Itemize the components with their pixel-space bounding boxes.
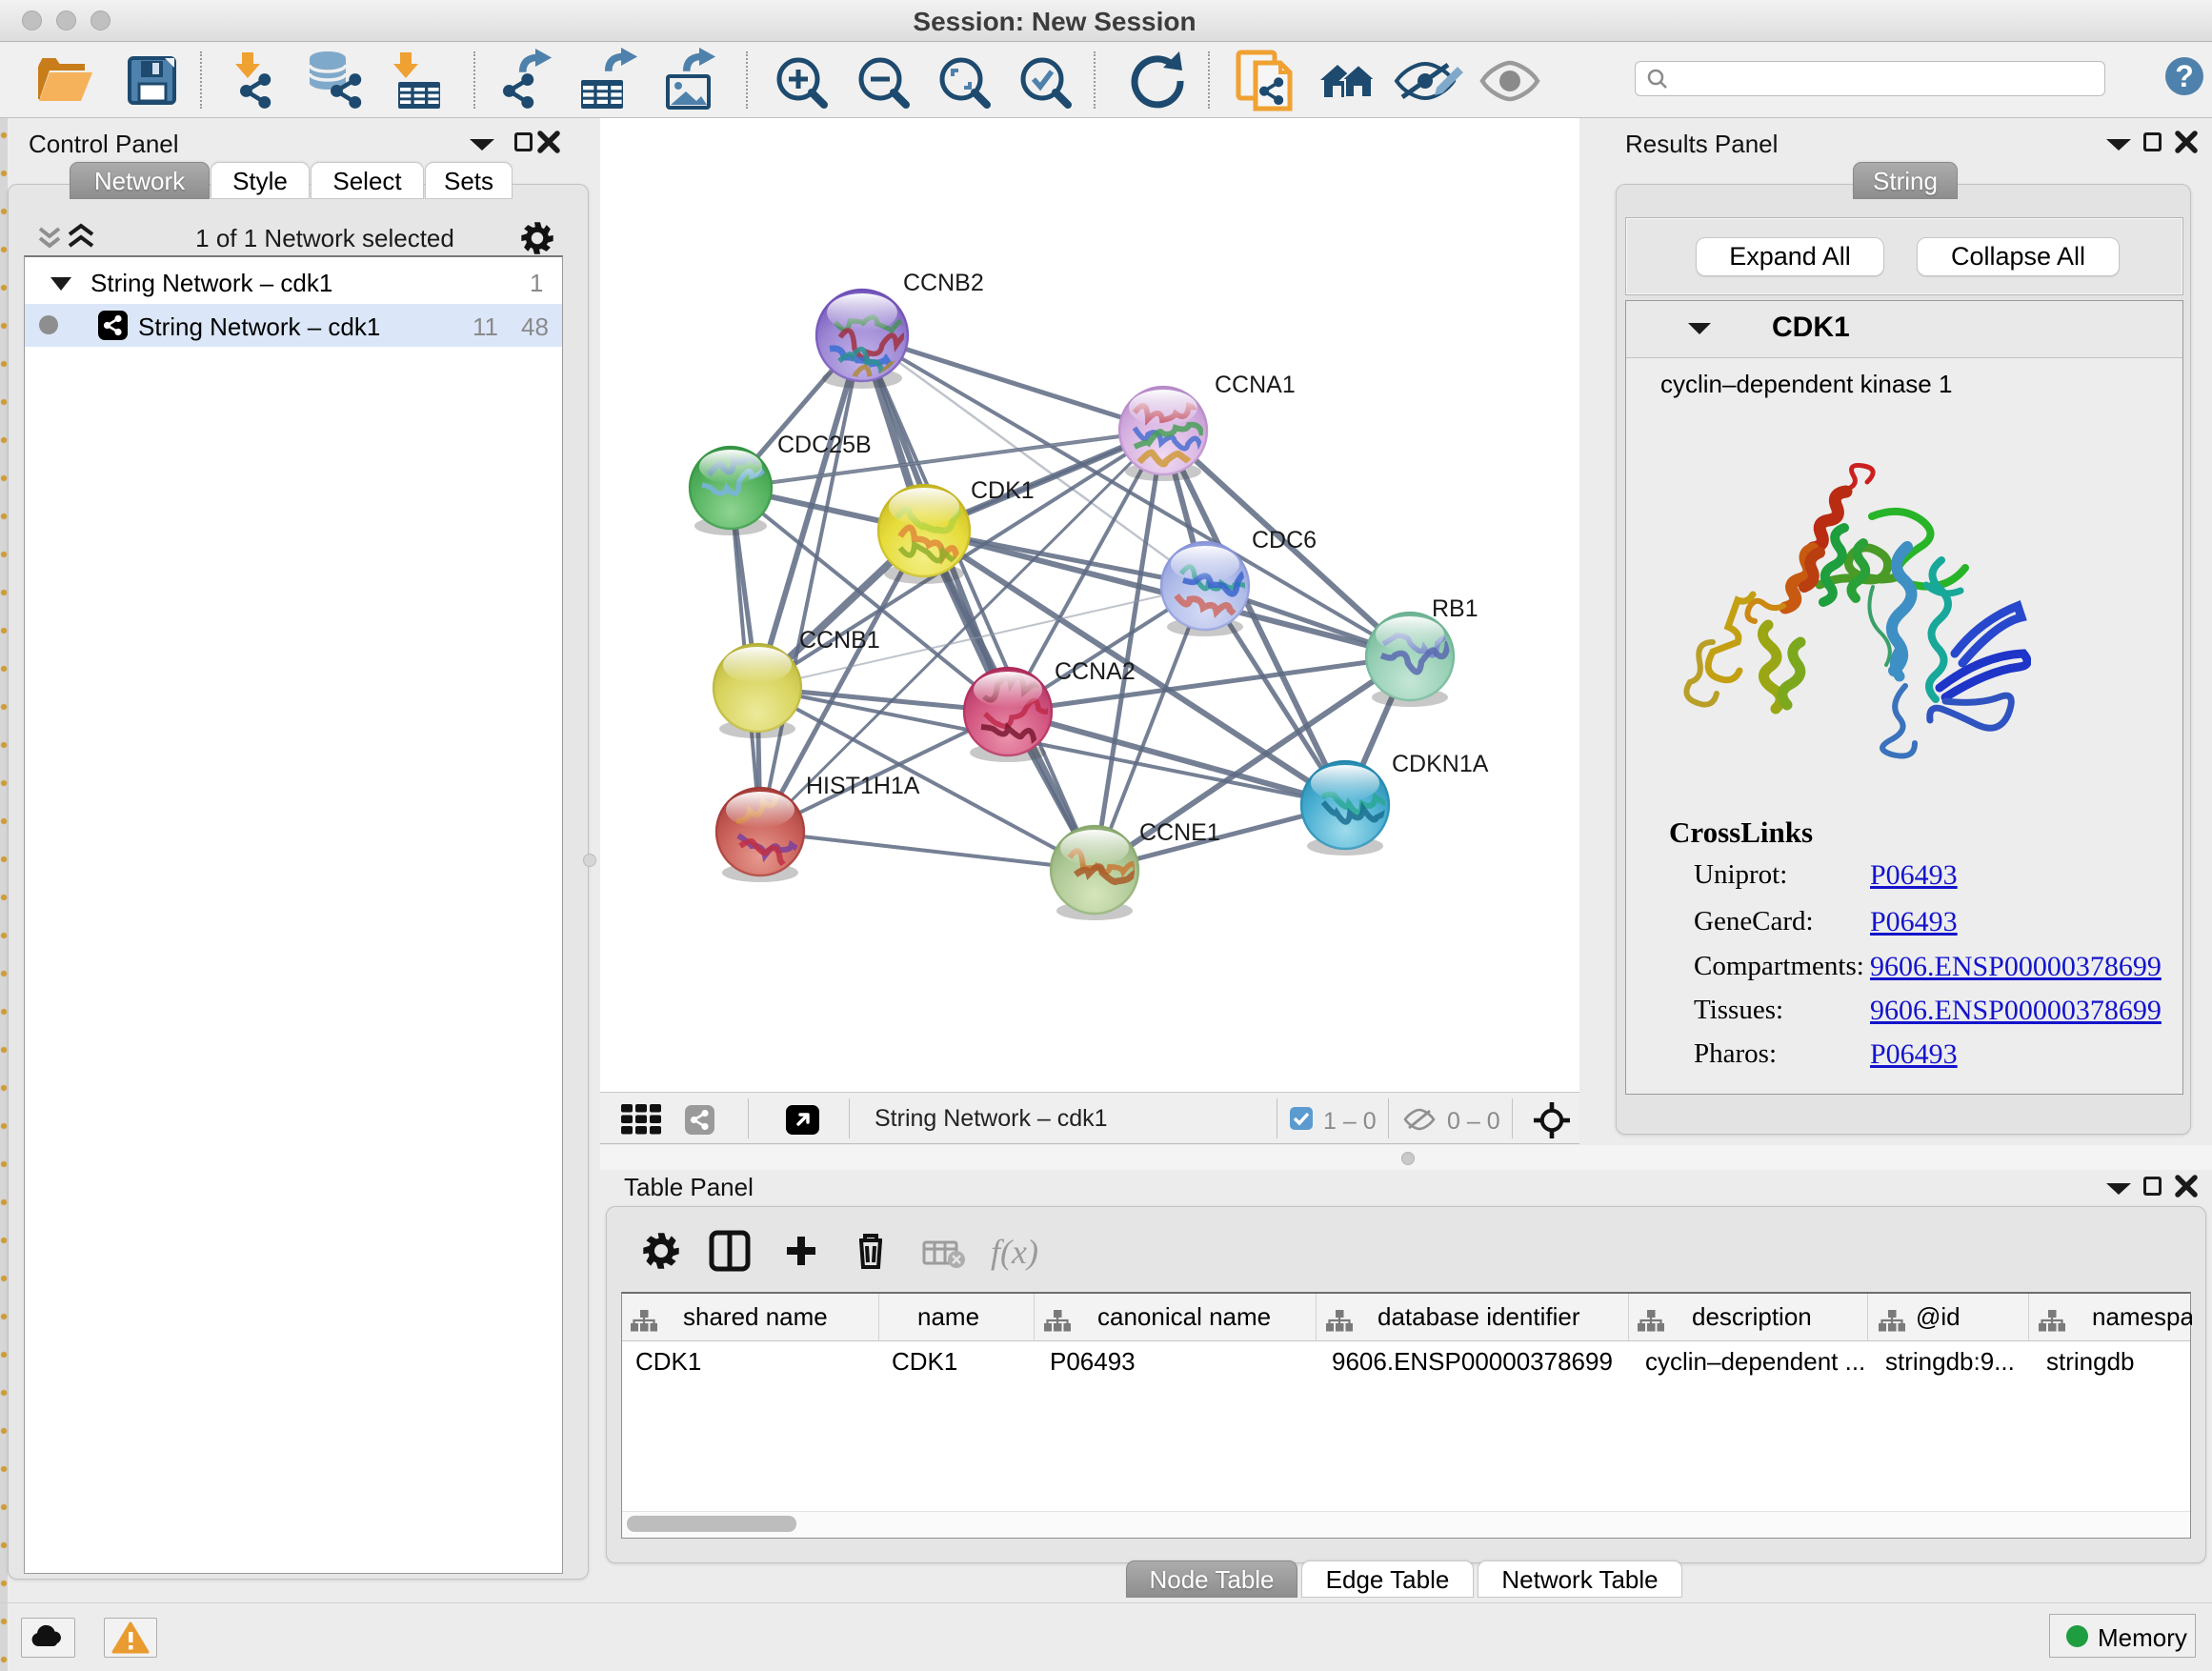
svg-text:CCNB1: CCNB1 [799,627,880,654]
svg-text:CDC6: CDC6 [1252,527,1317,554]
svg-text:CDK1: CDK1 [971,477,1035,504]
svg-text:RB1: RB1 [1432,595,1478,622]
svg-text:?: ? [2175,59,2194,93]
svg-text:CCNA2: CCNA2 [1055,658,1136,685]
svg-text:f(x): f(x) [991,1233,1038,1271]
svg-text:CDC25B: CDC25B [777,432,872,458]
svg-text:CDKN1A: CDKN1A [1392,751,1489,777]
svg-text:CCNE1: CCNE1 [1139,819,1220,846]
svg-text:CCNB2: CCNB2 [903,270,984,296]
svg-text:CCNA1: CCNA1 [1215,372,1296,398]
svg-text:HIST1H1A: HIST1H1A [806,773,920,799]
